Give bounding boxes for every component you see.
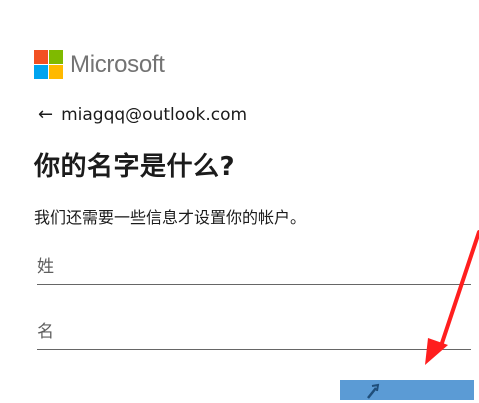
account-email: miagqq@outlook.com xyxy=(61,104,248,125)
page-description: 我们还需要一些信息才设置你的帐户。 xyxy=(34,208,307,227)
next-button[interactable] xyxy=(340,380,474,400)
logo-square-red xyxy=(34,50,48,64)
logo-square-green xyxy=(49,50,63,64)
last-name-input[interactable] xyxy=(37,250,471,285)
arrow-right-icon xyxy=(367,383,380,399)
brand-name: Microsoft xyxy=(70,50,165,78)
logo-square-blue xyxy=(34,65,48,79)
microsoft-logo-icon xyxy=(34,50,63,79)
back-arrow-icon[interactable]: ← xyxy=(38,104,53,125)
page-title: 你的名字是什么? xyxy=(34,152,236,182)
identity-banner: ← miagqq@outlook.com xyxy=(38,104,247,125)
first-name-input[interactable] xyxy=(37,315,471,350)
logo-square-yellow xyxy=(49,65,63,79)
microsoft-logo: Microsoft xyxy=(34,50,165,79)
